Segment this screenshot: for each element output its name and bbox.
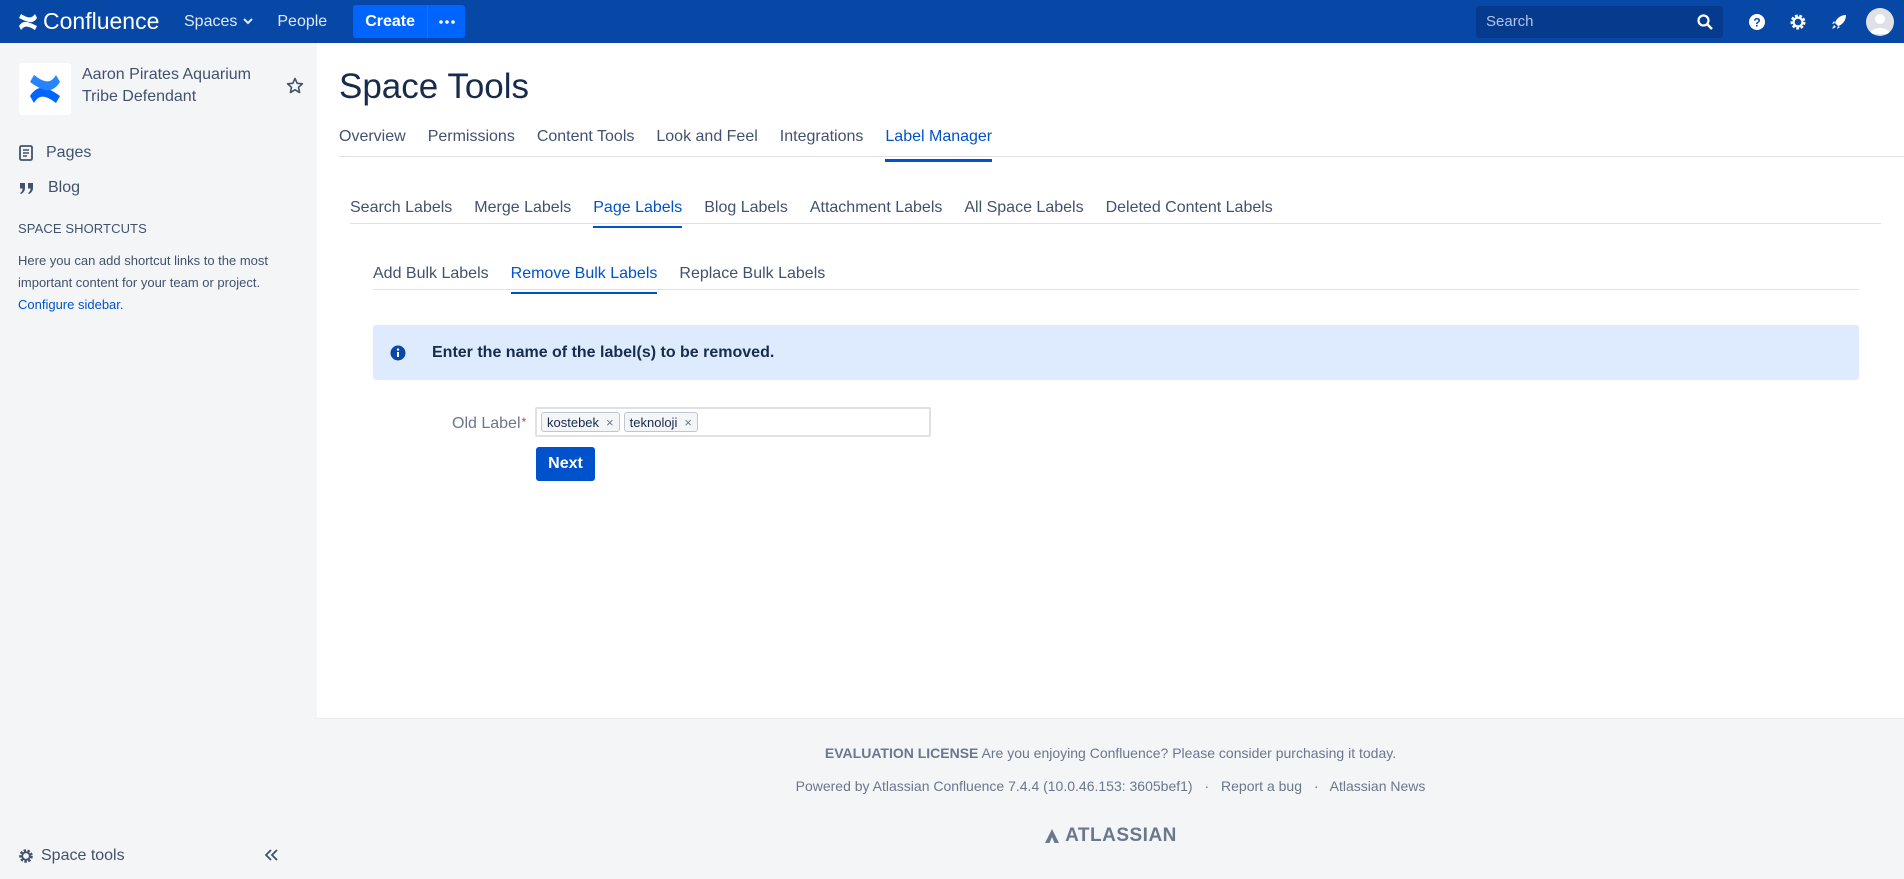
configure-sidebar-link[interactable]: Configure sidebar. (18, 297, 124, 312)
search-placeholder: Search (1486, 13, 1534, 30)
chip-label: kostebek (547, 414, 600, 430)
atlassian-logo[interactable]: ATLASSIAN (317, 825, 1904, 847)
subtabs-divider (350, 223, 1881, 224)
license-text: Are you enjoying Confluence? Please cons… (981, 745, 1397, 761)
people-label: People (277, 12, 328, 30)
confluence-logo-icon (19, 13, 37, 30)
user-icon (1870, 13, 1890, 34)
powered-text[interactable]: Powered by Atlassian Confluence 7.4.4 (1… (796, 778, 1193, 794)
spaces-label: Spaces (184, 12, 238, 30)
license-notice: EVALUATION LICENSE Are you enjoying Conf… (317, 745, 1904, 761)
info-text: Enter the name of the label(s) to be rem… (432, 343, 775, 361)
search-input[interactable]: Search (1476, 5, 1723, 38)
separator: · (1204, 778, 1210, 794)
space-name[interactable]: Aaron Pirates Aquarium Tribe Defendant (82, 64, 262, 115)
report-bug-link[interactable]: Report a bug (1221, 778, 1302, 794)
tabs-divider (339, 156, 1904, 157)
search-icon (1697, 13, 1713, 30)
info-icon (390, 345, 406, 360)
footer: EVALUATION LICENSE Are you enjoying Conf… (317, 718, 1904, 879)
brand-name: Confluence (43, 8, 160, 34)
shortcuts-text: Here you can add shortcut links to the m… (18, 253, 269, 290)
space-tools-button[interactable]: Space tools (18, 847, 125, 865)
space-tools-label: Space tools (41, 847, 125, 864)
create-more-button[interactable] (427, 5, 466, 38)
help-button[interactable]: ? (1743, 0, 1771, 43)
sidebar: Aaron Pirates Aquarium Tribe Defendant P… (0, 43, 317, 879)
avatar[interactable] (1866, 7, 1894, 36)
people-link[interactable]: People (265, 0, 339, 43)
sidebar-item-label: Pages (46, 144, 92, 161)
rocket-icon (1832, 14, 1846, 29)
sidebar-item-blog[interactable]: Blog (19, 179, 80, 197)
gear-icon (1790, 14, 1806, 29)
page-title: Space Tools (339, 67, 530, 106)
top-navigation: Confluence Spaces People Create Search ? (0, 0, 1904, 43)
gear-icon (19, 849, 33, 863)
label-chip: teknoloji × (623, 412, 698, 432)
atlassian-logo-icon (1045, 829, 1060, 843)
atlassian-wordmark: ATLASSIAN (1065, 825, 1177, 846)
star-icon[interactable] (286, 77, 304, 95)
license-label: EVALUATION LICENSE (824, 745, 979, 761)
old-label-text: Old Label (452, 415, 521, 432)
shortcuts-heading: SPACE SHORTCUTS (18, 221, 147, 236)
svg-text:?: ? (1753, 15, 1760, 29)
label-chip: kostebek × (541, 412, 620, 432)
required-marker: * (521, 415, 527, 429)
space-logo[interactable] (19, 63, 71, 115)
chevron-down-icon (243, 18, 254, 25)
help-icon: ? (1749, 13, 1765, 30)
collapse-sidebar-icon[interactable] (265, 849, 279, 861)
confluence-logo[interactable]: Confluence (0, 8, 172, 35)
old-label-label: Old Label* (452, 415, 526, 433)
bulk-tabs-divider (373, 289, 1859, 290)
remove-chip-icon[interactable]: × (606, 415, 614, 430)
quote-icon (20, 183, 33, 194)
main-content: Space Tools Overview Permissions Content… (317, 43, 1904, 718)
sidebar-item-label: Blog (48, 179, 81, 196)
atlassian-news-link[interactable]: Atlassian News (1330, 778, 1426, 794)
old-label-input[interactable]: kostebek × teknoloji × (535, 407, 931, 437)
settings-button[interactable] (1784, 0, 1812, 43)
shortcuts-description: Here you can add shortcut links to the m… (18, 250, 308, 316)
sidebar-item-pages[interactable]: Pages (19, 144, 91, 162)
confluence-space-icon (30, 75, 60, 103)
chip-label: teknoloji (629, 414, 678, 430)
whats-new-button[interactable] (1825, 0, 1853, 43)
info-message: Enter the name of the label(s) to be rem… (373, 325, 1859, 380)
remove-chip-icon[interactable]: × (684, 415, 692, 430)
powered-by: Powered by Atlassian Confluence 7.4.4 (1… (317, 778, 1904, 794)
separator: · (1313, 778, 1319, 794)
spaces-menu[interactable]: Spaces (172, 0, 265, 43)
create-button[interactable]: Create (353, 5, 428, 38)
more-icon (438, 19, 455, 24)
next-button[interactable]: Next (536, 447, 595, 481)
space-header[interactable]: Aaron Pirates Aquarium Tribe Defendant (19, 63, 262, 115)
pages-icon (19, 145, 33, 161)
